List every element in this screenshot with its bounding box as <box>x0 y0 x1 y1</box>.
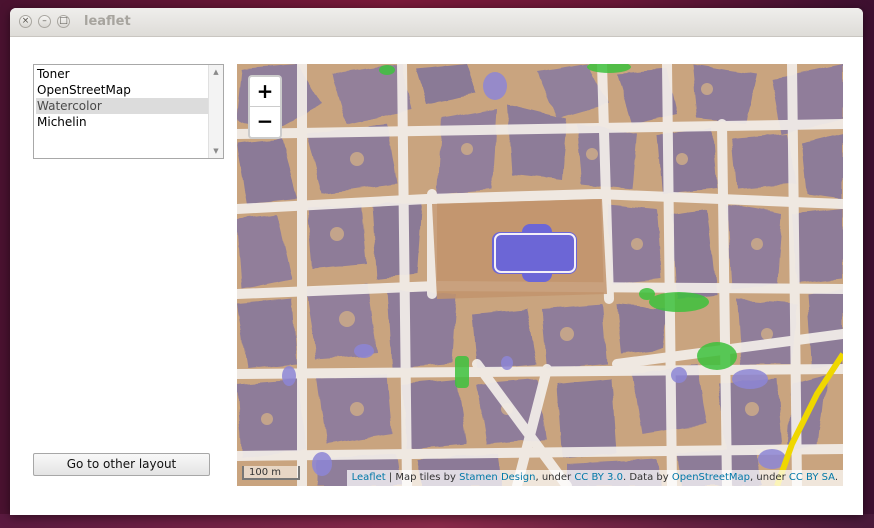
attribution-text-4: , under <box>750 472 789 483</box>
attribution-text-1: | Map tiles by <box>385 472 460 483</box>
scroll-up-icon[interactable]: ▲ <box>209 66 223 78</box>
minimize-button[interactable]: – <box>38 15 51 28</box>
map-view[interactable]: + − 100 m Leaflet | Map tiles by Stamen … <box>237 64 843 486</box>
layer-item-openstreetmap[interactable]: OpenStreetMap <box>36 82 209 98</box>
cc-by-link[interactable]: CC BY 3.0 <box>574 472 623 483</box>
close-button[interactable]: × <box>19 15 32 28</box>
app-window: × – □ leaflet Toner OpenStreetMap Waterc… <box>10 8 863 515</box>
window-content: Toner OpenStreetMap Watercolor Michelin … <box>10 37 863 515</box>
zoom-control: + − <box>248 75 282 139</box>
map-tiles[interactable] <box>237 64 843 486</box>
attribution-text-2: , under <box>535 472 575 483</box>
leaflet-link[interactable]: Leaflet <box>352 472 386 483</box>
stamen-link[interactable]: Stamen Design <box>459 472 535 483</box>
go-to-other-layout-button[interactable]: Go to other layout <box>33 453 210 476</box>
osm-link[interactable]: OpenStreetMap <box>672 472 750 483</box>
cathedral-landmark <box>492 224 577 282</box>
scroll-down-icon[interactable]: ▼ <box>209 145 223 157</box>
cc-by-sa-link[interactable]: CC BY SA <box>789 472 835 483</box>
zoom-in-button[interactable]: + <box>250 77 280 107</box>
desktop-background <box>0 514 874 528</box>
attribution-text-5: . <box>834 472 838 483</box>
attribution-text-3: . Data by <box>622 472 672 483</box>
titlebar: × – □ leaflet <box>10 8 863 37</box>
layer-item-toner[interactable]: Toner <box>36 66 209 82</box>
map-scale: 100 m <box>242 466 300 480</box>
layer-list-scrollbar[interactable]: ▲ ▼ <box>208 65 223 158</box>
layer-list[interactable]: Toner OpenStreetMap Watercolor Michelin … <box>33 64 224 159</box>
layer-item-watercolor[interactable]: Watercolor <box>36 98 209 114</box>
map-attribution: Leaflet | Map tiles by Stamen Design, un… <box>346 470 843 486</box>
maximize-button[interactable]: □ <box>57 15 70 28</box>
layer-item-michelin[interactable]: Michelin <box>36 114 209 130</box>
zoom-out-button[interactable]: − <box>250 107 280 137</box>
window-title: leaflet <box>84 14 131 29</box>
